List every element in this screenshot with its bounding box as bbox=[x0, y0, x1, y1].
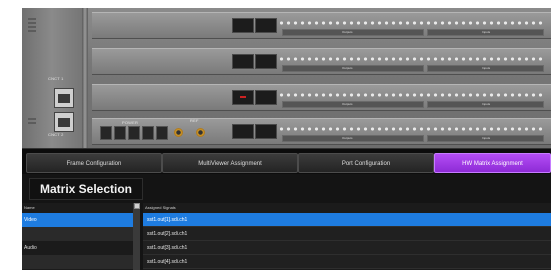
connector-row bbox=[278, 125, 544, 134]
chassis-view: CNCT 1 CNCT 2 Outputs Inputs Outputs Inp… bbox=[22, 8, 551, 148]
chassis-divider bbox=[82, 8, 88, 148]
outputs-strip bbox=[282, 29, 424, 36]
card-slot bbox=[232, 124, 254, 139]
io-card-2: Outputs Inputs bbox=[92, 48, 551, 75]
inputs-label: Inputs bbox=[482, 30, 491, 34]
inputs-label: Inputs bbox=[482, 66, 491, 70]
signal-row[interactable]: sst1.out[4].sdi.ch1 bbox=[143, 255, 551, 269]
chassis-control-panel: CNCT 1 CNCT 2 bbox=[22, 8, 83, 148]
connector-row bbox=[278, 19, 544, 28]
card-slot-red-led bbox=[232, 90, 254, 105]
inputs-label: Inputs bbox=[482, 102, 491, 106]
sfp-port bbox=[100, 126, 112, 140]
connector-row bbox=[278, 55, 544, 64]
vent-slot bbox=[28, 22, 36, 24]
outputs-strip bbox=[282, 65, 424, 72]
vent-slot bbox=[28, 26, 36, 28]
outputs-label: Outputs bbox=[342, 136, 353, 140]
connector-row bbox=[278, 91, 544, 100]
io-card-1: Outputs Inputs bbox=[92, 12, 551, 39]
matrix-names-list: Name Video Audio bbox=[22, 203, 134, 270]
list-item-empty[interactable] bbox=[22, 255, 133, 269]
card-slot bbox=[255, 54, 277, 69]
assigned-signals-list: Assigned Signals sst1.out[1].sdi.ch1 sst… bbox=[143, 203, 551, 270]
vent-slot bbox=[28, 122, 36, 124]
ref-label: REF bbox=[190, 118, 199, 123]
tab-bar: Frame Configuration MultiViewer Assignme… bbox=[22, 148, 551, 174]
card-slot bbox=[232, 54, 254, 69]
card-slot bbox=[232, 18, 254, 33]
coax-connector bbox=[174, 128, 183, 137]
list-item-video[interactable]: Video bbox=[22, 213, 133, 227]
card-slot bbox=[255, 90, 277, 105]
sfp-port bbox=[114, 126, 126, 140]
coax-connector bbox=[196, 128, 205, 137]
cnct2-port bbox=[54, 112, 74, 132]
tab-port-configuration[interactable]: Port Configuration bbox=[298, 153, 434, 173]
app-window: CNCT 1 CNCT 2 Outputs Inputs Outputs Inp… bbox=[22, 8, 551, 270]
sfp-port bbox=[128, 126, 140, 140]
vent-slot bbox=[28, 118, 36, 120]
tab-hw-matrix-assignment[interactable]: HW Matrix Assignment bbox=[434, 153, 551, 173]
outputs-label: Outputs bbox=[342, 66, 353, 70]
signal-row[interactable]: sst1.out[2].sdi.ch1 bbox=[143, 227, 551, 241]
vent-slot bbox=[28, 30, 36, 32]
list-item-empty[interactable] bbox=[22, 227, 133, 241]
panel-splitter[interactable] bbox=[134, 203, 140, 270]
matrix-selection-title: Matrix Selection bbox=[29, 178, 143, 200]
sfp-port bbox=[156, 126, 168, 140]
tab-frame-configuration[interactable]: Frame Configuration bbox=[26, 153, 162, 173]
cnct1-port bbox=[54, 88, 74, 108]
card-slot bbox=[255, 18, 277, 33]
outputs-strip bbox=[282, 101, 424, 108]
outputs-label: Outputs bbox=[342, 102, 353, 106]
outputs-strip bbox=[282, 135, 424, 142]
card-slot bbox=[255, 124, 277, 139]
signal-row[interactable]: sst1.out[1].sdi.ch1 bbox=[143, 213, 551, 227]
power-label: POWER bbox=[122, 120, 139, 125]
inputs-label: Inputs bbox=[482, 136, 491, 140]
vent-slot bbox=[28, 18, 36, 20]
cnct2-label: CNCT 2 bbox=[48, 132, 64, 137]
names-column-header: Name bbox=[24, 205, 35, 210]
sfp-port bbox=[142, 126, 154, 140]
io-card-3: Outputs Inputs bbox=[92, 84, 551, 111]
outputs-label: Outputs bbox=[342, 30, 353, 34]
signals-column-header: Assigned Signals bbox=[145, 205, 176, 210]
cnct1-label: CNCT 1 bbox=[48, 76, 64, 81]
splitter-grip-icon[interactable] bbox=[134, 203, 140, 209]
signal-row[interactable]: sst1.out[3].sdi.ch1 bbox=[143, 241, 551, 255]
tab-multiviewer-assignment[interactable]: MultiViewer Assignment bbox=[162, 153, 298, 173]
list-item-audio[interactable]: Audio bbox=[22, 241, 133, 255]
